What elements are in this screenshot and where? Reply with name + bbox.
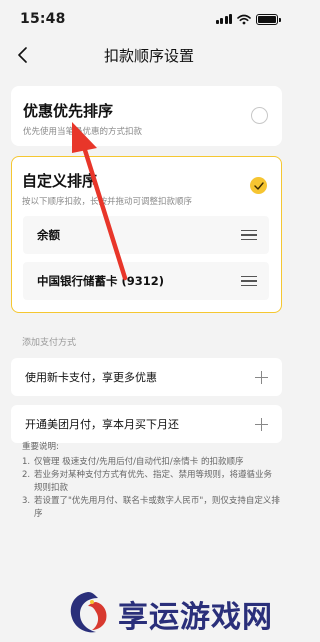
battery-icon <box>256 13 281 25</box>
note-item: 2. 若业务对某种支付方式有优先、指定、禁用等规则，将遵循业务规则扣款 <box>22 470 273 493</box>
section-label-add-payment: 添加支付方式 <box>22 338 77 348</box>
notes-title: 重要说明: <box>22 442 59 452</box>
dragon-logo-icon <box>70 592 107 633</box>
option-subtitle: 优先使用当笔最优惠的方式扣款 <box>23 127 143 137</box>
plus-icon <box>255 370 268 384</box>
plus-icon <box>255 417 268 431</box>
option-subtitle: 按以下顺序扣款，长按并拖动可调整扣款顺序 <box>22 197 193 207</box>
check-icon <box>253 181 264 190</box>
status-time: 15:48 <box>20 11 66 27</box>
status-icons <box>215 13 281 25</box>
page-title: 扣款顺序设置 <box>103 46 194 65</box>
add-row-label: 使用新卡支付，享更多优惠 <box>25 371 157 384</box>
drag-handle-icon[interactable] <box>241 276 257 286</box>
status-bar: 15:48 <box>0 0 298 38</box>
option-preferential-sort[interactable]: 优惠优先排序 优先使用当笔最优惠的方式扣款 <box>11 86 282 146</box>
radio-selected[interactable] <box>250 177 267 194</box>
option-custom-sort[interactable]: 自定义排序 按以下顺序扣款，长按并拖动可调整扣款顺序 余额 中国银行储蓄卡 (9… <box>11 156 282 313</box>
drag-handle-icon[interactable] <box>241 230 257 240</box>
order-item-bank-card[interactable]: 中国银行储蓄卡 (9312) <box>23 262 269 300</box>
nav-bar: 扣款顺序设置 <box>0 38 298 72</box>
add-row-label: 开通美团月付，享本月买下月还 <box>25 418 179 431</box>
chevron-left-icon <box>18 47 27 63</box>
signal-icon <box>215 14 232 24</box>
watermark: 享运游戏网 <box>62 586 298 642</box>
radio-unselected[interactable] <box>251 107 268 124</box>
note-item: 3. 若设置了"优先用月付、联名卡或数字人民币"，则仅支持自定义排序 <box>22 496 280 519</box>
order-item-balance[interactable]: 余额 <box>23 216 269 254</box>
back-button[interactable] <box>10 42 36 68</box>
order-item-label: 余额 <box>37 228 60 242</box>
open-monthly-pay-row[interactable]: 开通美团月付，享本月买下月还 <box>11 405 282 443</box>
add-new-card-row[interactable]: 使用新卡支付，享更多优惠 <box>11 358 282 396</box>
wifi-icon <box>237 14 251 24</box>
option-title: 优惠优先排序 <box>23 102 114 120</box>
important-notes: 重要说明: 1. 仅管理 极速支付/先用后付/自动代扣/亲情卡 的扣款顺序 2.… <box>22 441 280 521</box>
option-title: 自定义排序 <box>22 172 98 190</box>
watermark-text: 享运游戏网 <box>118 600 273 635</box>
note-item: 1. 仅管理 极速支付/先用后付/自动代扣/亲情卡 的扣款顺序 <box>22 457 244 467</box>
order-item-label: 中国银行储蓄卡 (9312) <box>37 274 165 288</box>
